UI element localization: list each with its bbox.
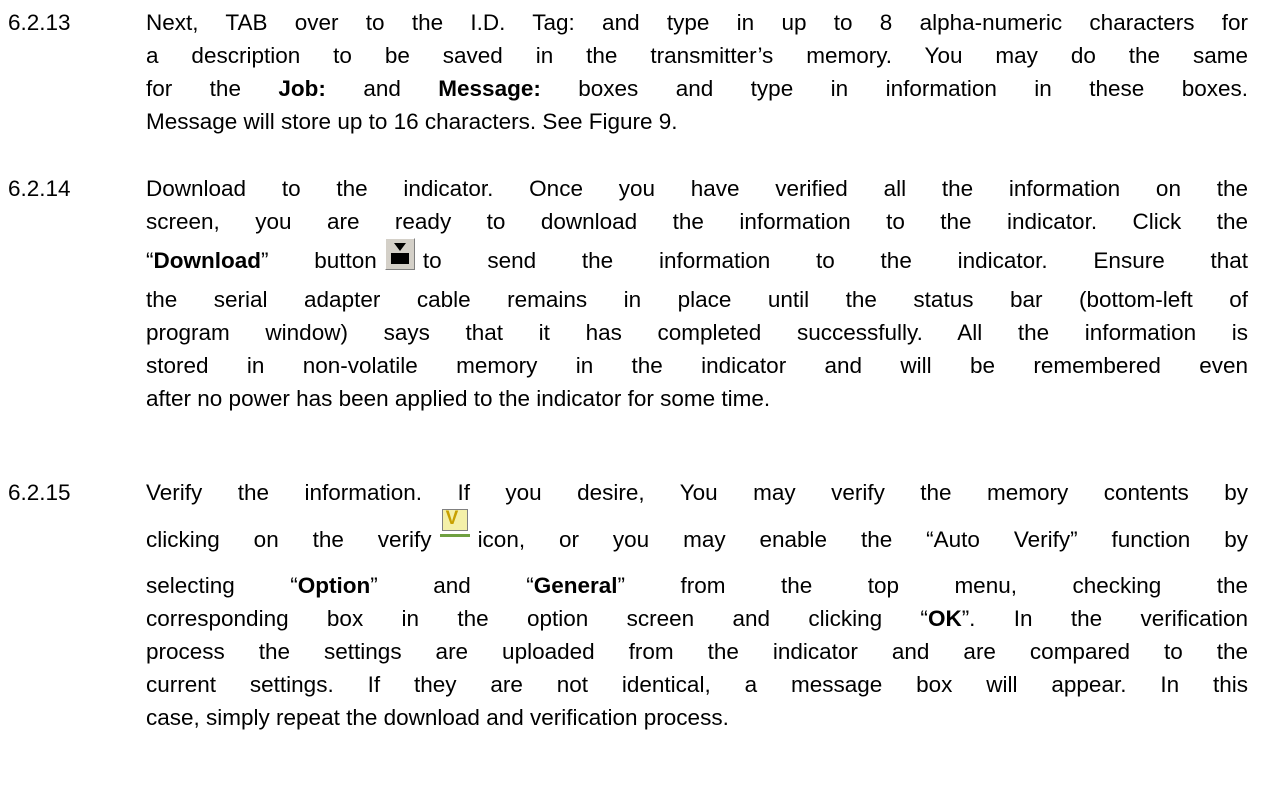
paragraph-line: selecting “Option” and “General” from th…	[146, 569, 1248, 602]
paragraph-line: screen, you are ready to download the in…	[146, 209, 1248, 234]
option-label: Option	[297, 573, 371, 598]
verify-icon: V	[439, 508, 470, 537]
paragraph-line: Message will store up to 16 characters. …	[146, 109, 678, 134]
line-text: and	[325, 76, 439, 101]
paragraph-line: after no power has been applied to the i…	[146, 386, 771, 411]
line-text: boxes and type in information in these b…	[540, 76, 1248, 101]
section-number: 6.2.13	[8, 10, 71, 35]
line-text: icon, or you may enable the “Auto Verify…	[477, 527, 1248, 552]
section-paragraph: Verify the information. If you desire, Y…	[146, 476, 1248, 734]
job-label: Job:	[278, 76, 326, 101]
line-text: clicking on the verify	[146, 527, 432, 552]
line-text: corresponding box in the option screen a…	[146, 606, 928, 631]
message-label: Message:	[438, 76, 541, 101]
line-text: “	[146, 248, 154, 273]
paragraph-line: Next, TAB over to the I.D. Tag: and type…	[146, 10, 1248, 35]
paragraph-line: “Download” button to send the information…	[146, 238, 1248, 283]
line-text: ” from the top menu, checking the	[617, 573, 1248, 598]
general-label: General	[533, 573, 618, 598]
section-paragraph: Next, TAB over to the I.D. Tag: and type…	[146, 6, 1248, 138]
section-paragraph: Download to the indicator. Once you have…	[146, 172, 1248, 415]
paragraph-line: program window) says that it has complet…	[146, 320, 1248, 345]
paragraph-line: for the Job: and Message: boxes and type…	[146, 72, 1248, 105]
line-text: ” button	[261, 248, 377, 273]
paragraph-line: current settings. If they are not identi…	[146, 672, 1248, 697]
paragraph-line: corresponding box in the option screen a…	[146, 602, 1248, 635]
line-text: ”. In the verification	[961, 606, 1249, 631]
line-text: selecting “	[146, 573, 298, 598]
download-icon	[384, 238, 415, 270]
section-number: 6.2.14	[8, 176, 71, 201]
paragraph-line: Verify the information. If you desire, Y…	[146, 480, 1248, 505]
line-text: to send the information to the indicator…	[422, 248, 1249, 273]
paragraph-line: process the settings are uploaded from t…	[146, 639, 1248, 664]
download-label: Download	[153, 248, 262, 273]
paragraph-line: Download to the indicator. Once you have…	[146, 176, 1248, 201]
document-page: 6.2.13 Next, TAB over to the I.D. Tag: a…	[0, 0, 1270, 791]
paragraph-line: a description to be saved in the transmi…	[146, 43, 1248, 68]
line-text: for the	[146, 76, 279, 101]
paragraph-line: stored in non-volatile memory in the ind…	[146, 353, 1248, 378]
section-number: 6.2.15	[8, 480, 71, 505]
paragraph-line: clicking on the verify Vicon, or you may …	[146, 508, 1248, 569]
line-text: ” and “	[370, 573, 534, 598]
paragraph-line: the serial adapter cable remains in plac…	[146, 287, 1248, 312]
ok-label: OK	[927, 606, 962, 631]
paragraph-line: case, simply repeat the download and ver…	[146, 705, 729, 730]
